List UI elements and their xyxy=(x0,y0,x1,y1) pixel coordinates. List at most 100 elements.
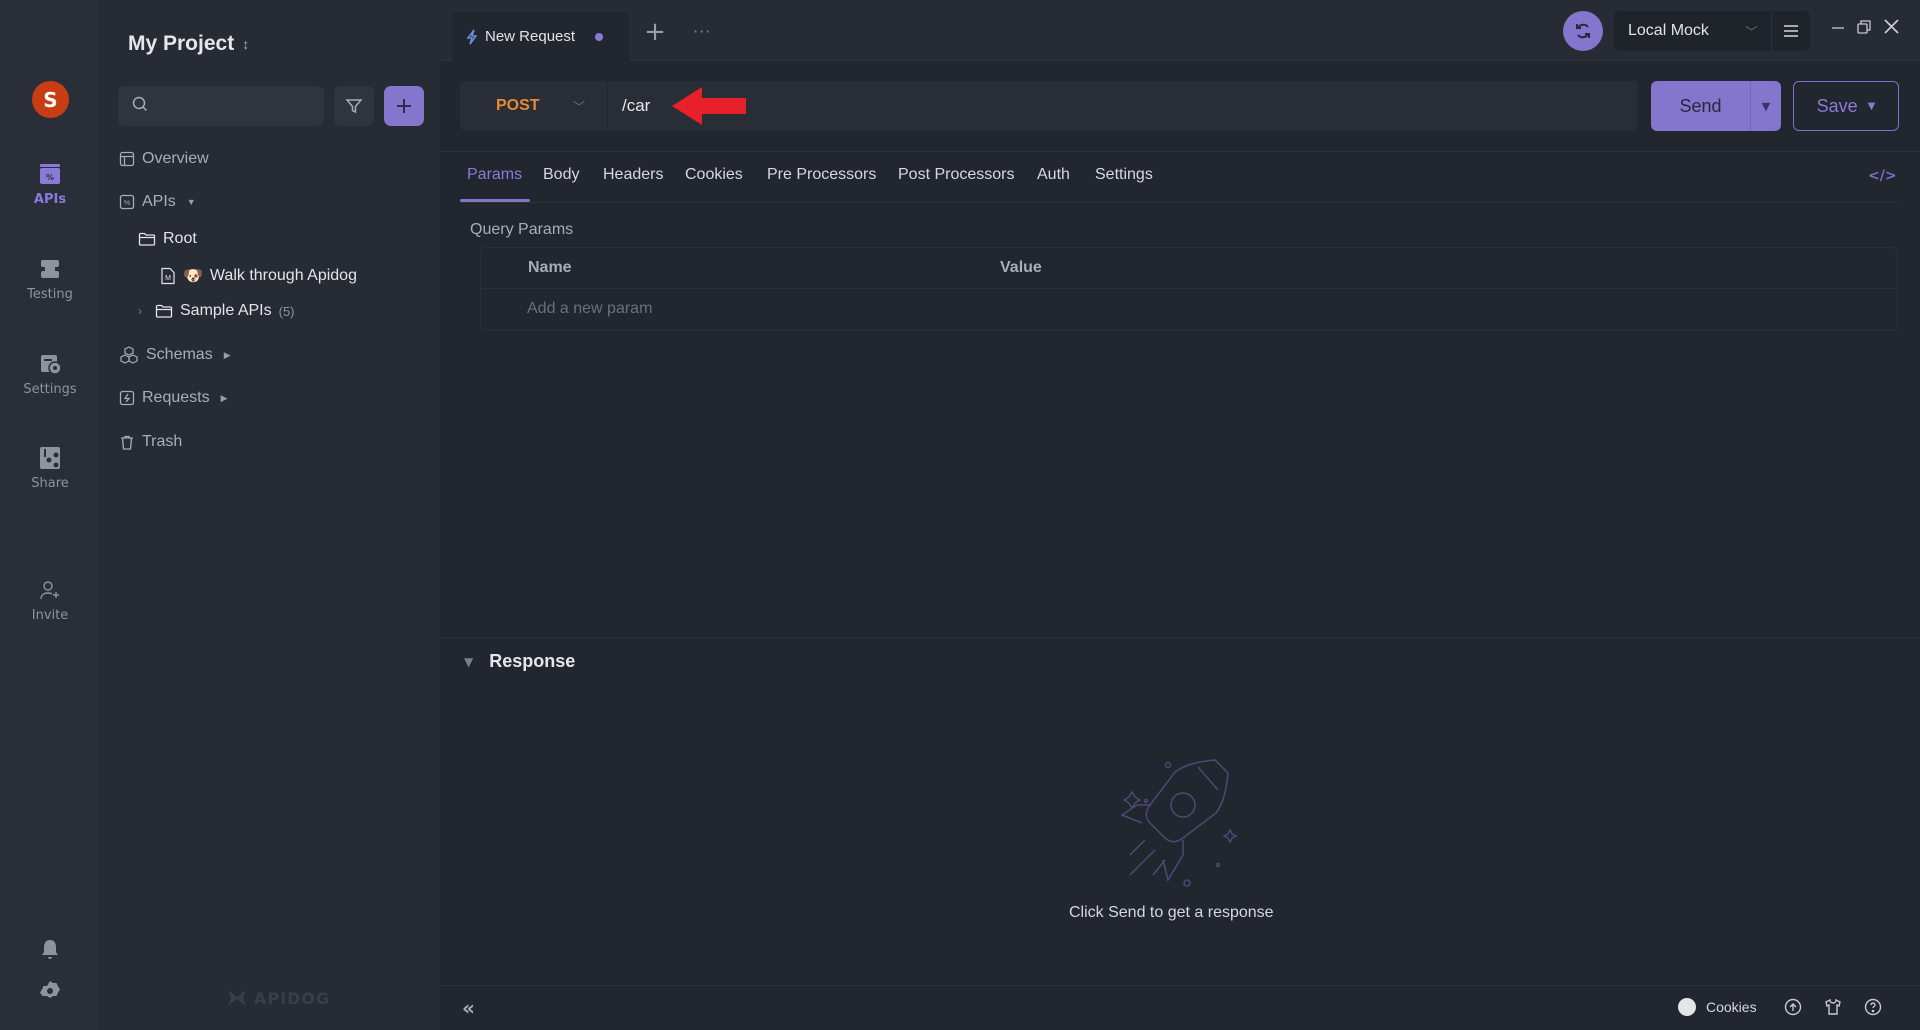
rail-item-settings[interactable]: Settings xyxy=(0,352,100,397)
chevron-down-icon: ▼ xyxy=(1867,100,1876,112)
chevron-down-icon: ﹀ xyxy=(1745,24,1758,39)
rocket-illustration-icon xyxy=(1120,759,1238,887)
tree-label: Schemas xyxy=(146,346,213,363)
refresh-icon xyxy=(1576,23,1590,39)
cookies-button[interactable]: Cookies xyxy=(1678,998,1757,1016)
search-icon xyxy=(132,96,148,116)
response-divider[interactable] xyxy=(440,637,1920,638)
settings-icon xyxy=(38,352,62,376)
apidog-logo-icon xyxy=(228,990,246,1006)
tab-pre-processors[interactable]: Pre Processors xyxy=(767,166,876,184)
filter-icon xyxy=(345,99,363,114)
user-avatar[interactable]: S xyxy=(32,81,69,118)
cookie-icon xyxy=(1678,998,1696,1016)
annotation-arrow-icon xyxy=(672,87,746,125)
apis-module-icon: % xyxy=(119,194,135,210)
item-count: (5) xyxy=(278,303,295,319)
close-icon xyxy=(1884,19,1899,34)
search-input[interactable] xyxy=(156,98,316,114)
project-title[interactable]: My Project ↕ xyxy=(128,32,249,56)
rail-label: Share xyxy=(31,476,69,491)
upload-icon[interactable] xyxy=(1784,998,1802,1016)
rail-item-testing[interactable]: Testing xyxy=(0,257,100,302)
chevron-right-icon[interactable]: › xyxy=(138,304,142,318)
more-tabs-button[interactable]: ··· xyxy=(693,22,711,41)
lightning-icon xyxy=(466,29,478,44)
caret-right-icon: ▶ xyxy=(223,349,231,360)
svg-text:%: % xyxy=(124,200,130,207)
invite-icon xyxy=(38,578,62,602)
bell-icon[interactable] xyxy=(38,938,62,962)
chevron-down-icon: ﹀ xyxy=(572,99,585,114)
tree-label: Root xyxy=(163,230,197,247)
send-options-button[interactable]: ▼ xyxy=(1750,81,1781,131)
send-button[interactable]: Send ▼ xyxy=(1651,81,1781,131)
add-param-input[interactable]: Add a new param xyxy=(527,300,652,318)
tab-headers[interactable]: Headers xyxy=(603,166,663,184)
apis-icon: % xyxy=(38,162,62,186)
table-header: Name Value xyxy=(481,248,1897,289)
code-icon[interactable]: </> xyxy=(1868,168,1897,184)
plus-icon xyxy=(397,99,411,113)
share-icon xyxy=(38,446,62,470)
tab-settings[interactable]: Settings xyxy=(1095,166,1153,184)
gear-icon[interactable] xyxy=(38,979,62,1003)
restore-button[interactable] xyxy=(1857,18,1871,39)
tree-label: Overview xyxy=(142,150,209,167)
minimize-icon xyxy=(1832,27,1844,29)
rail-label: Settings xyxy=(23,382,77,397)
tree-label: Trash xyxy=(142,433,183,450)
tab-cookies[interactable]: Cookies xyxy=(685,166,743,184)
url-input[interactable] xyxy=(622,96,1522,116)
tab-post-processors[interactable]: Post Processors xyxy=(898,166,1014,184)
rail-label: APIs xyxy=(33,192,67,207)
sync-button[interactable] xyxy=(1563,11,1603,51)
tab-title: New Request xyxy=(485,28,576,45)
environment-menu-button[interactable] xyxy=(1770,11,1810,51)
filter-button[interactable] xyxy=(334,86,374,126)
project-name: My Project xyxy=(128,32,235,55)
project-sidebar: My Project ↕ Overview % APIs ▼ Root M 🐶 … xyxy=(100,0,440,1030)
environment-select[interactable]: Local Mock ﹀ xyxy=(1614,11,1810,51)
tab-params[interactable]: Params xyxy=(467,166,522,184)
search-box[interactable] xyxy=(118,86,324,126)
tree-label: Requests xyxy=(142,389,210,406)
new-tab-button[interactable]: + xyxy=(642,19,668,46)
tree-item-requests[interactable]: Requests ▶ xyxy=(119,389,228,407)
rail-item-apis[interactable]: % APIs xyxy=(0,162,100,207)
close-button[interactable] xyxy=(1884,18,1899,39)
tree-item-apis[interactable]: % APIs ▼ xyxy=(119,193,196,211)
left-rail: S % APIs Testing Settings Share Invite xyxy=(0,0,100,1030)
divider xyxy=(440,151,1920,152)
tab-new-request[interactable]: New Request xyxy=(452,12,629,61)
tree-item-walk-through[interactable]: M 🐶 Walk through Apidog xyxy=(160,266,357,286)
environment-name: Local Mock xyxy=(1628,22,1709,39)
cookies-label: Cookies xyxy=(1706,999,1757,1015)
tree-item-trash[interactable]: Trash xyxy=(119,433,182,451)
response-header[interactable]: ▼ Response xyxy=(464,651,575,672)
column-name: Name xyxy=(528,259,572,276)
tab-auth[interactable]: Auth xyxy=(1037,166,1070,184)
response-empty-hint: Click Send to get a response xyxy=(1069,904,1274,921)
add-button[interactable] xyxy=(384,86,424,126)
minimize-button[interactable] xyxy=(1831,18,1845,39)
save-button[interactable]: Save ▼ xyxy=(1793,81,1899,131)
tree-item-overview[interactable]: Overview xyxy=(119,150,209,168)
tab-body[interactable]: Body xyxy=(543,166,579,184)
svg-text:M: M xyxy=(165,275,171,282)
method-select[interactable]: POST ﹀ xyxy=(460,81,608,131)
tree-item-root[interactable]: Root xyxy=(138,230,197,248)
rail-item-invite[interactable]: Invite xyxy=(0,578,100,623)
markdown-doc-icon: M xyxy=(161,267,175,285)
collapse-sidebar-button[interactable]: « xyxy=(462,996,475,1020)
schemas-icon xyxy=(120,346,138,364)
project-switch-icon: ↕ xyxy=(242,36,250,52)
rail-item-share[interactable]: Share xyxy=(0,446,100,491)
bottom-bar: « Cookies xyxy=(440,985,1920,1030)
tree-label: Sample APIs xyxy=(180,302,272,319)
trash-icon xyxy=(121,435,133,450)
shirt-icon[interactable] xyxy=(1824,998,1842,1016)
tree-item-sample-apis[interactable]: › Sample APIs (5) xyxy=(138,302,295,320)
tree-item-schemas[interactable]: Schemas ▶ xyxy=(119,346,231,364)
help-icon[interactable] xyxy=(1864,998,1882,1016)
